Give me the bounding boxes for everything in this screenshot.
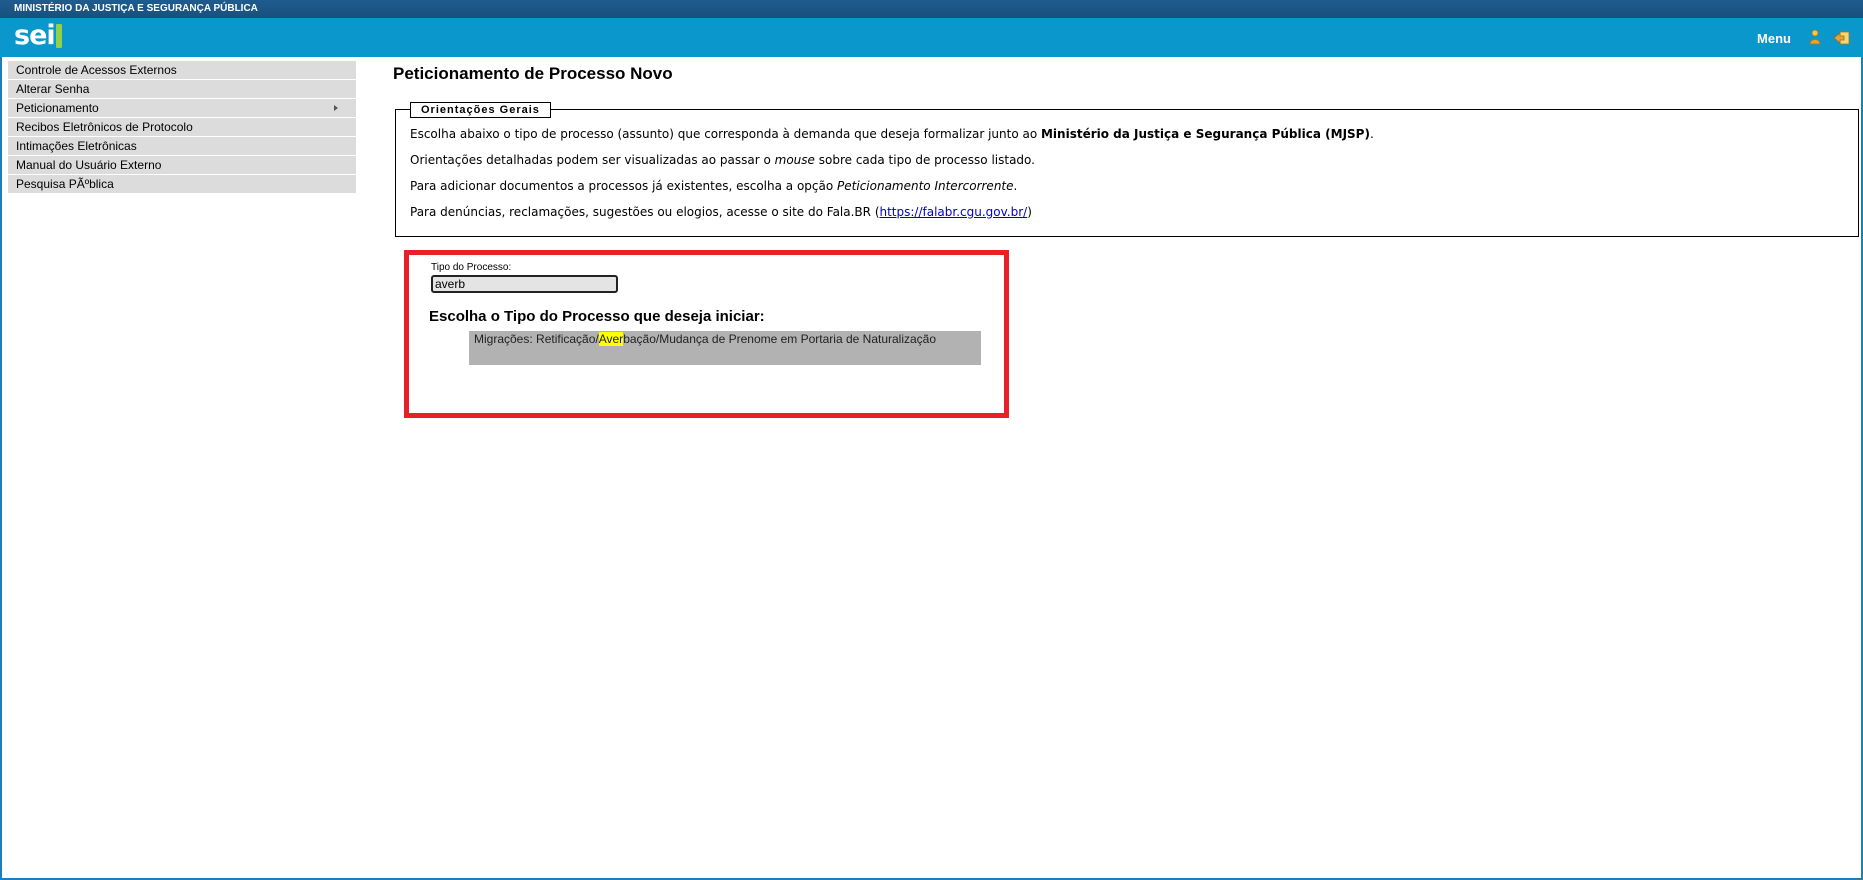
sidebar-menu: Controle de Acessos Externos Alterar Sen… xyxy=(8,61,356,194)
result-prefix: Migrações: Retificação/ xyxy=(474,332,599,346)
sidebar-item-recibos[interactable]: Recibos Eletrônicos de Protocolo xyxy=(8,118,356,137)
orientacao-line-2-prefix: Orientações detalhadas podem ser visuali… xyxy=(410,153,775,167)
result-highlight: Aver xyxy=(598,332,624,346)
menu-button[interactable]: Menu xyxy=(1757,31,1791,46)
choose-tipo-heading: Escolha o Tipo do Processo que deseja in… xyxy=(429,308,765,325)
sidebar-item-label: Controle de Acessos Externos xyxy=(16,63,177,77)
org-name: MINISTÉRIO DA JUSTIÇA E SEGURANÇA PÚBLIC… xyxy=(14,3,258,14)
orientacao-line-1-prefix: Escolha abaixo o tipo de processo (assun… xyxy=(410,127,1041,141)
orientacao-line-2-suffix: sobre cada tipo de processo listado. xyxy=(814,153,1035,167)
orientacoes-fieldset: Orientações Gerais Escolha abaixo o tipo… xyxy=(395,102,1859,237)
logo-accent-icon xyxy=(55,24,62,48)
tipo-processo-input[interactable] xyxy=(431,275,618,293)
orientacao-line-4-suffix: ) xyxy=(1027,205,1032,219)
sidebar-item-label: Peticionamento xyxy=(16,101,99,115)
sidebar-item-controle-acessos[interactable]: Controle de Acessos Externos xyxy=(8,61,356,80)
sidebar-item-manual[interactable]: Manual do Usuário Externo xyxy=(8,156,356,175)
sidebar-item-peticionamento[interactable]: Peticionamento xyxy=(8,99,356,118)
logo-text: sei xyxy=(14,20,56,51)
orientacao-line-3-prefix: Para adicionar documentos a processos já… xyxy=(410,179,838,193)
user-icon[interactable] xyxy=(1809,29,1821,45)
orientacao-line-1: Escolha abaixo o tipo de processo (assun… xyxy=(410,127,1374,141)
orientacao-line-3: Para adicionar documentos a processos já… xyxy=(410,179,1017,193)
result-suffix: bação/Mudança de Prenome em Portaria de … xyxy=(623,332,937,346)
orientacao-line-1-bold: Ministério da Justiça e Segurança Públic… xyxy=(1040,127,1370,141)
sei-logo[interactable]: sei xyxy=(14,20,62,51)
sidebar-item-label: Pesquisa PÃºblica xyxy=(16,177,114,191)
page-title: Peticionamento de Processo Novo xyxy=(393,64,673,83)
orientacoes-legend: Orientações Gerais xyxy=(410,102,551,118)
sidebar-item-label: Alterar Senha xyxy=(16,82,90,96)
sidebar-item-alterar-senha[interactable]: Alterar Senha xyxy=(8,80,356,99)
chevron-right-icon xyxy=(334,105,338,111)
orientacao-line-1-suffix: . xyxy=(1369,127,1374,141)
tipo-processo-result-item[interactable]: Migrações: Retificação/Averbação/Mudança… xyxy=(469,331,981,365)
orientacao-line-4-prefix: Para denúncias, reclamações, sugestões o… xyxy=(410,205,880,219)
tipo-processo-label: Tipo do Processo: xyxy=(431,262,512,273)
sidebar-item-label: Manual do Usuário Externo xyxy=(16,158,162,172)
sidebar-item-label: Intimações Eletrônicas xyxy=(16,139,137,153)
header-bar: sei Menu xyxy=(0,18,1863,57)
orientacao-line-3-suffix: . xyxy=(1013,179,1018,193)
sidebar-item-intimacoes[interactable]: Intimações Eletrônicas xyxy=(8,137,356,156)
sidebar-item-pesquisa-publica[interactable]: Pesquisa PÃºblica xyxy=(8,175,356,194)
orientacao-line-4: Para denúncias, reclamações, sugestões o… xyxy=(410,205,1032,219)
exit-icon[interactable] xyxy=(1833,30,1851,46)
orientacao-line-3-italic: Peticionamento Intercorrente xyxy=(837,179,1014,193)
sidebar-item-label: Recibos Eletrônicos de Protocolo xyxy=(16,120,193,134)
orientacao-line-2-italic: mouse xyxy=(774,153,815,167)
orientacao-line-2: Orientações detalhadas podem ser visuali… xyxy=(410,153,1035,167)
org-bar: MINISTÉRIO DA JUSTIÇA E SEGURANÇA PÚBLIC… xyxy=(0,0,1863,18)
falabr-link[interactable]: https://falabr.cgu.gov.br/ xyxy=(880,205,1028,219)
